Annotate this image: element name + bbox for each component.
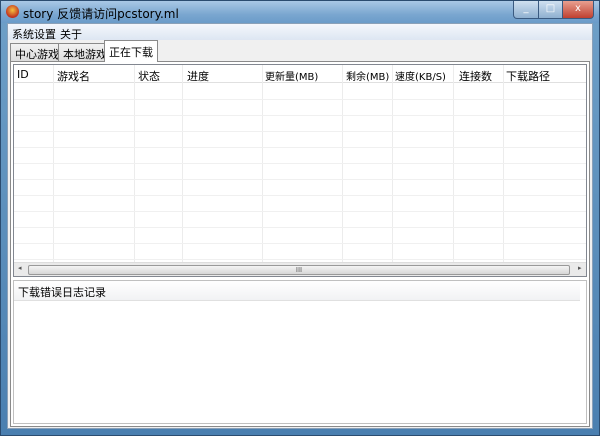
column-divider [392, 65, 393, 263]
tab-downloading[interactable]: 正在下载 [104, 40, 158, 62]
row-gridline [14, 115, 586, 116]
app-window: story 反馈请访问pcstory.ml _ □ x 系统设置 关于 中心游戏… [0, 0, 600, 436]
list-header: ID 游戏名 状态 进度 更新量(MB) 剩余(MB) 速度(KB/S) 连接数… [14, 65, 586, 83]
col-progress[interactable]: 进度 [187, 68, 209, 84]
col-status[interactable]: 状态 [138, 68, 160, 84]
error-log[interactable]: 下载错误日志记录 [13, 280, 587, 424]
title-bar: story 反馈请访问pcstory.ml _ □ x [1, 1, 599, 23]
row-gridline [14, 163, 586, 164]
col-remaining[interactable]: 剩余(MB) [346, 68, 389, 83]
row-gridline [14, 211, 586, 212]
close-button[interactable]: x [562, 1, 594, 19]
row-gridline [14, 227, 586, 228]
app-icon [6, 5, 19, 18]
horizontal-scrollbar[interactable]: ◂ III ▸ [14, 262, 586, 276]
column-divider [53, 65, 54, 263]
client-area: 系统设置 关于 中心游戏 本地游戏 正在下载 ID 游戏名 状态 进度 更新量(… [7, 23, 593, 429]
column-divider [262, 65, 263, 263]
scroll-right-icon[interactable]: ▸ [578, 264, 582, 272]
downloading-panel: ID 游戏名 状态 进度 更新量(MB) 剩余(MB) 速度(KB/S) 连接数… [10, 61, 590, 427]
window-title: story 反馈请访问pcstory.ml [23, 7, 179, 21]
col-path[interactable]: 下载路径 [506, 68, 550, 84]
column-divider [134, 65, 135, 263]
menu-bar: 系统设置 关于 [8, 24, 592, 42]
col-connections[interactable]: 连接数 [459, 68, 492, 84]
col-name[interactable]: 游戏名 [57, 68, 90, 84]
column-divider [503, 65, 504, 263]
download-list[interactable]: ID 游戏名 状态 进度 更新量(MB) 剩余(MB) 速度(KB/S) 连接数… [13, 64, 587, 277]
col-speed[interactable]: 速度(KB/S) [395, 68, 446, 83]
scroll-left-icon[interactable]: ◂ [18, 264, 22, 272]
error-log-header: 下载错误日志记录 [14, 281, 580, 301]
col-update-size[interactable]: 更新量(MB) [265, 68, 318, 83]
row-gridline [14, 131, 586, 132]
row-gridline [14, 179, 586, 180]
minimize-button[interactable]: _ [513, 1, 539, 19]
maximize-button[interactable]: □ [538, 1, 563, 19]
menu-about[interactable]: 关于 [60, 26, 82, 42]
column-divider [453, 65, 454, 263]
row-gridline [14, 243, 586, 244]
column-divider [342, 65, 343, 263]
scroll-thumb[interactable]: III [28, 265, 570, 275]
tab-center-games[interactable]: 中心游戏 [10, 43, 64, 61]
row-gridline [14, 147, 586, 148]
row-gridline [14, 99, 586, 100]
column-divider [182, 65, 183, 263]
menu-settings[interactable]: 系统设置 [12, 26, 56, 42]
col-id[interactable]: ID [17, 68, 29, 81]
row-gridline [14, 195, 586, 196]
row-gridline [14, 259, 586, 260]
